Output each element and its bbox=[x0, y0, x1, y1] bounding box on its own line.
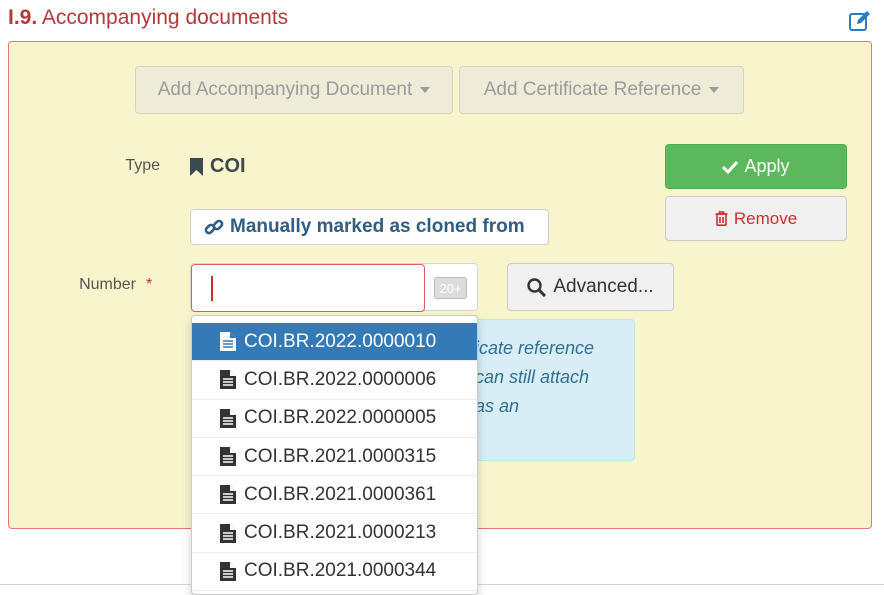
caret-down-icon bbox=[709, 87, 720, 93]
file-icon bbox=[220, 447, 236, 467]
add-certificate-reference-button[interactable]: Add Certificate Reference bbox=[459, 66, 744, 114]
section-number: I.9. bbox=[8, 6, 38, 29]
suggestion-item[interactable]: COI.BR.2022.0000010 bbox=[192, 323, 477, 362]
info-line: can still attach bbox=[475, 367, 590, 387]
info-line: as an bbox=[475, 396, 520, 416]
suggestion-text: COI.BR.2022.0000005 bbox=[244, 407, 437, 429]
file-icon bbox=[220, 523, 236, 543]
file-icon bbox=[220, 408, 236, 428]
section-title: I.9. Accompanying documents bbox=[8, 6, 288, 30]
file-icon bbox=[220, 332, 236, 352]
suggestion-text: COI.BR.2021.0000213 bbox=[244, 522, 437, 544]
apply-button[interactable]: Apply bbox=[665, 144, 847, 189]
number-input-box bbox=[191, 264, 425, 312]
type-label: Type bbox=[125, 157, 160, 174]
advanced-label: Advanced... bbox=[553, 276, 654, 297]
link-icon bbox=[204, 219, 224, 235]
check-icon bbox=[722, 160, 739, 174]
apply-label: Apply bbox=[744, 156, 790, 176]
advanced-search-button[interactable]: Advanced... bbox=[507, 263, 674, 311]
number-input[interactable] bbox=[192, 265, 424, 311]
suggestion-item[interactable]: COI.BR.2021.0000344 bbox=[192, 553, 477, 592]
info-alert: icate reference can still attach as an bbox=[460, 319, 635, 461]
file-icon bbox=[220, 485, 236, 505]
result-count-badge: 20+ bbox=[434, 277, 467, 299]
text-cursor bbox=[211, 276, 213, 301]
suggestion-item[interactable]: COI.BR.2022.0000005 bbox=[192, 400, 477, 438]
suggestion-item[interactable]: COI.BR.2021.0000361 bbox=[192, 476, 477, 515]
number-suggestions-dropdown: COI.BR.2022.0000010 COI.BR.2022.0000006 … bbox=[191, 315, 478, 595]
suggestion-text: COI.BR.2021.0000361 bbox=[244, 483, 437, 505]
suggestion-text: COI.BR.2022.0000006 bbox=[244, 368, 437, 390]
section-name: Accompanying documents bbox=[41, 6, 289, 29]
cloned-from-text: Manually marked as cloned from bbox=[230, 216, 525, 237]
edit-section-button[interactable] bbox=[848, 9, 872, 33]
cloned-from-badge[interactable]: Manually marked as cloned from bbox=[190, 209, 549, 245]
edit-icon bbox=[849, 11, 870, 31]
file-icon bbox=[220, 561, 236, 581]
suggestion-text: COI.BR.2021.0000344 bbox=[244, 560, 437, 582]
trash-icon bbox=[715, 211, 728, 226]
bookmark-icon bbox=[190, 157, 203, 176]
number-label: Number bbox=[79, 276, 136, 293]
type-text: COI bbox=[210, 155, 246, 177]
number-input-group: 20+ bbox=[190, 263, 478, 312]
remove-button[interactable]: Remove bbox=[665, 196, 847, 241]
suggestion-text: COI.BR.2022.0000010 bbox=[244, 330, 437, 352]
suggestion-item[interactable]: COI.BR.2022.0000006 bbox=[192, 361, 477, 400]
info-line: icate reference bbox=[475, 338, 595, 358]
type-value: COI bbox=[190, 155, 246, 178]
suggestion-text: COI.BR.2021.0000315 bbox=[244, 445, 437, 467]
suggestion-item[interactable]: COI.BR.2021.0000315 bbox=[192, 438, 477, 477]
search-icon bbox=[527, 277, 547, 297]
add-document-label: Add Accompanying Document bbox=[157, 79, 413, 100]
remove-label: Remove bbox=[733, 208, 798, 228]
caret-down-icon bbox=[420, 87, 431, 93]
add-certificate-label: Add Certificate Reference bbox=[483, 79, 702, 100]
add-accompanying-document-button[interactable]: Add Accompanying Document bbox=[135, 66, 453, 114]
suggestion-item[interactable]: COI.BR.2021.0000213 bbox=[192, 514, 477, 553]
file-icon bbox=[220, 370, 236, 390]
required-marker: * bbox=[146, 276, 153, 293]
